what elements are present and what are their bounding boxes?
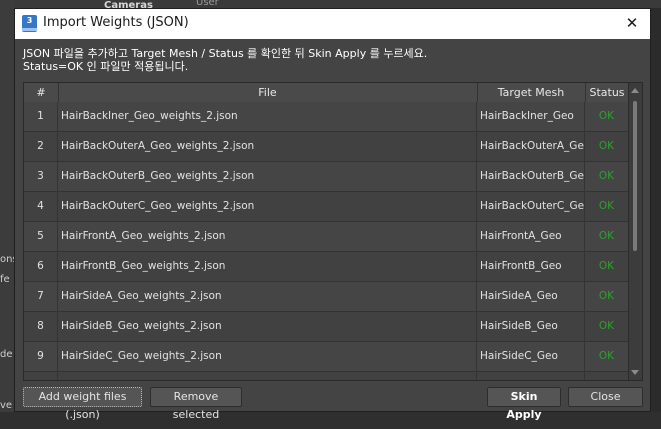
row-target-mesh: HairFrontA_Geo — [477, 222, 585, 251]
instruction-line-2: Status=OK 인 파일만 적용됩니다. — [23, 60, 189, 73]
row-file: HairBackIner_Geo_weights_2.json — [58, 102, 477, 131]
instruction-line-1: JSON 파일을 추가하고 Target Mesh / Status 를 확인한… — [23, 47, 428, 60]
close-button[interactable]: Close — [568, 387, 643, 407]
app-icon-number: 3 — [26, 16, 33, 25]
row-status: OK — [585, 252, 629, 281]
scroll-thumb[interactable] — [633, 101, 637, 251]
row-number: 8 — [24, 312, 58, 341]
table-row[interactable]: 5 HairFrontA_Geo_weights_2.json HairFrontA… — [24, 222, 629, 252]
row-status: OK — [585, 222, 629, 251]
header-number[interactable]: # — [24, 83, 59, 102]
table-row[interactable]: 3 HairBackOuterB_Geo_weights_2.json HairBa… — [24, 162, 629, 192]
table-header: # File Target Mesh Status — [24, 83, 629, 103]
table-scrollbar[interactable] — [628, 83, 642, 380]
row-target-mesh — [477, 372, 585, 380]
background-text-de: de — [0, 349, 13, 360]
table-row[interactable]: 2 HairBackOuterA_Geo_weights_2.json HairBa… — [24, 132, 629, 162]
files-table[interactable]: # File Target Mesh Status 1 HairBackIner_… — [23, 82, 643, 381]
row-file: HairBackOuterA_Geo_weights_2.json — [58, 132, 477, 161]
row-target-mesh: HairBackOuterB_Geo — [477, 162, 585, 191]
table-row[interactable]: 6 HairFrontB_Geo_weights_2.json HairFrontB… — [24, 252, 629, 282]
row-status: OK — [585, 192, 629, 221]
skin-apply-button[interactable]: Skin Apply — [487, 387, 561, 421]
background-toolbar — [0, 0, 661, 8]
row-number: 6 — [24, 252, 58, 281]
remove-selected-button[interactable]: Remove selected — [150, 387, 242, 421]
row-status: OK — [585, 312, 629, 341]
dialog-title: Import Weights (JSON) — [43, 15, 189, 30]
row-status — [585, 372, 629, 380]
row-file: HairSideC_Geo_weights_2.json — [58, 342, 477, 371]
add-weight-files-button[interactable]: Add weight files (.json) — [23, 387, 142, 421]
app-icon: 3 — [22, 15, 37, 32]
row-file: HairSideB_Geo_weights_2.json — [58, 312, 477, 341]
table-row[interactable]: 7 HairSideA_Geo_weights_2.json HairSideA_G… — [24, 282, 629, 312]
row-file: HairFrontB_Geo_weights_2.json — [58, 252, 477, 281]
scroll-up-icon[interactable] — [631, 88, 639, 93]
header-status[interactable]: Status — [585, 83, 629, 102]
header-file[interactable]: File — [58, 83, 478, 102]
table-row[interactable]: 4 HairBackOuterC_Geo_weights_2.json HairBa… — [24, 192, 629, 222]
table-row[interactable]: 1 HairBackIner_Geo_weights_2.json HairBack… — [24, 102, 629, 132]
row-number: 7 — [24, 282, 58, 311]
instructions: JSON 파일을 추가하고 Target Mesh / Status 를 확인한… — [23, 47, 427, 73]
row-number: 2 — [24, 132, 58, 161]
row-status: OK — [585, 342, 629, 371]
row-target-mesh: HairBackOuterC_Geo — [477, 192, 585, 221]
row-target-mesh: HairBackIner_Geo — [477, 102, 585, 131]
row-target-mesh: HairSideB_Geo — [477, 312, 585, 341]
row-number: 3 — [24, 162, 58, 191]
background-text-ve: ve — [0, 400, 13, 411]
header-target-mesh[interactable]: Target Mesh — [477, 83, 586, 102]
row-number: 4 — [24, 192, 58, 221]
scroll-down-icon[interactable] — [631, 370, 639, 375]
background-left-panel: ons fe de ve — [0, 0, 18, 429]
row-status: OK — [585, 132, 629, 161]
row-target-mesh: HairFrontB_Geo — [477, 252, 585, 281]
row-number: 5 — [24, 222, 58, 251]
row-number: 9 — [24, 342, 58, 371]
row-file: HairBackOuterC_Geo_weights_2.json — [58, 192, 477, 221]
row-file: HairSideA_Geo_weights_2.json — [58, 282, 477, 311]
background-text-fe: fe — [0, 274, 10, 285]
background-user-tab: User — [196, 0, 219, 8]
import-weights-dialog: 3 Import Weights (JSON) ✕ JSON 파일을 추가하고 … — [14, 8, 651, 421]
row-file — [58, 372, 477, 380]
row-target-mesh: HairSideC_Geo — [477, 342, 585, 371]
row-file: HairFrontA_Geo_weights_2.json — [58, 222, 477, 251]
row-target-mesh: HairBackOuterA_Geo — [477, 132, 585, 161]
table-row[interactable]: 9 HairSideC_Geo_weights_2.json HairSideC_G… — [24, 342, 629, 372]
row-target-mesh: HairSideA_Geo — [477, 282, 585, 311]
table-row[interactable]: 8 HairSideB_Geo_weights_2.json HairSideB_G… — [24, 312, 629, 342]
row-status: OK — [585, 102, 629, 131]
row-number — [24, 372, 58, 380]
row-number: 1 — [24, 102, 58, 131]
table-row[interactable] — [24, 372, 629, 380]
row-status: OK — [585, 282, 629, 311]
row-file: HairBackOuterB_Geo_weights_2.json — [58, 162, 477, 191]
row-status: OK — [585, 162, 629, 191]
close-icon[interactable]: ✕ — [622, 13, 642, 33]
title-bar[interactable]: 3 Import Weights (JSON) ✕ — [15, 9, 650, 39]
